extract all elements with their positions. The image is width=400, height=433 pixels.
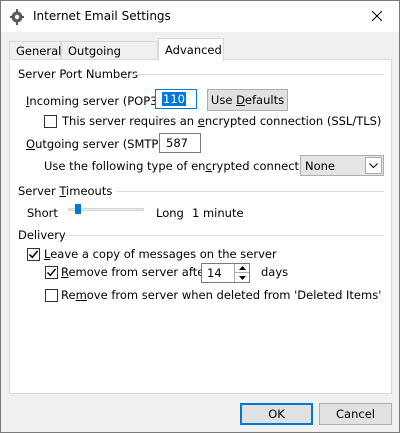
spin-down-icon[interactable]: [234, 273, 249, 282]
remove-deleted-checkbox[interactable]: [45, 289, 58, 302]
group-title-delivery: Delivery: [18, 228, 66, 242]
use-defaults-button[interactable]: Use Defaults: [207, 89, 288, 111]
incoming-server-label: Incoming server (POP3):: [26, 94, 166, 108]
slider-thumb[interactable]: [75, 204, 81, 214]
incoming-port-input[interactable]: 110: [155, 89, 197, 109]
group-divider: [64, 235, 384, 236]
remove-deleted-label: Remove from server when deleted from 'De…: [61, 288, 382, 302]
checkmark-icon: [46, 268, 57, 277]
ok-button[interactable]: OK: [240, 403, 313, 425]
timeout-short-label: Short: [27, 206, 58, 220]
tab-outgoing-server[interactable]: Outgoing Server: [61, 41, 158, 76]
spin-up-icon[interactable]: [234, 264, 249, 273]
group-title-server-ports: Server Port Numbers: [18, 67, 139, 81]
close-icon: [371, 10, 383, 24]
chevron-down-icon: [365, 157, 382, 174]
tab-general[interactable]: General: [9, 41, 61, 61]
tab-advanced[interactable]: Advanced: [158, 38, 224, 61]
timeout-value-label: 1 minute: [192, 206, 244, 220]
outgoing-server-label: Outgoing server (SMTP):: [26, 137, 167, 151]
dialog-window: Internet Email Settings General Outgoing…: [0, 0, 400, 433]
close-button[interactable]: [355, 1, 399, 32]
encryption-type-value: None: [305, 159, 336, 173]
timeout-long-label: Long: [156, 206, 184, 220]
ssl-checkbox[interactable]: [44, 115, 57, 128]
tab-strip: General Outgoing Server Advanced: [9, 38, 391, 76]
advanced-panel: Server Port Numbers Incoming server (POP…: [9, 59, 392, 394]
group-divider: [116, 191, 384, 192]
group-divider: [130, 74, 384, 75]
outlook-gear-icon: [9, 8, 25, 25]
encryption-type-label: Use the following type of encrypted conn…: [44, 159, 321, 173]
outgoing-port-input[interactable]: 587: [159, 133, 201, 153]
window-title: Internet Email Settings: [33, 9, 171, 23]
leave-copy-checkbox[interactable]: [27, 248, 40, 261]
group-title-server-timeouts: Server Timeouts: [18, 184, 113, 198]
checkmark-icon: [28, 250, 39, 259]
cancel-button[interactable]: Cancel: [319, 403, 392, 425]
remove-after-checkbox[interactable]: [45, 266, 58, 279]
leave-copy-label: Leave a copy of messages on the server: [44, 247, 277, 261]
title-bar[interactable]: Internet Email Settings: [1, 1, 399, 32]
days-value: 14: [207, 266, 222, 280]
remove-after-label: Remove from server after: [61, 265, 210, 279]
encryption-type-select[interactable]: None: [300, 155, 384, 176]
days-spinner[interactable]: 14: [201, 263, 250, 283]
timeout-slider[interactable]: [68, 202, 146, 220]
days-label: days: [261, 265, 289, 279]
ssl-label: This server requires an encrypted connec…: [62, 114, 382, 128]
